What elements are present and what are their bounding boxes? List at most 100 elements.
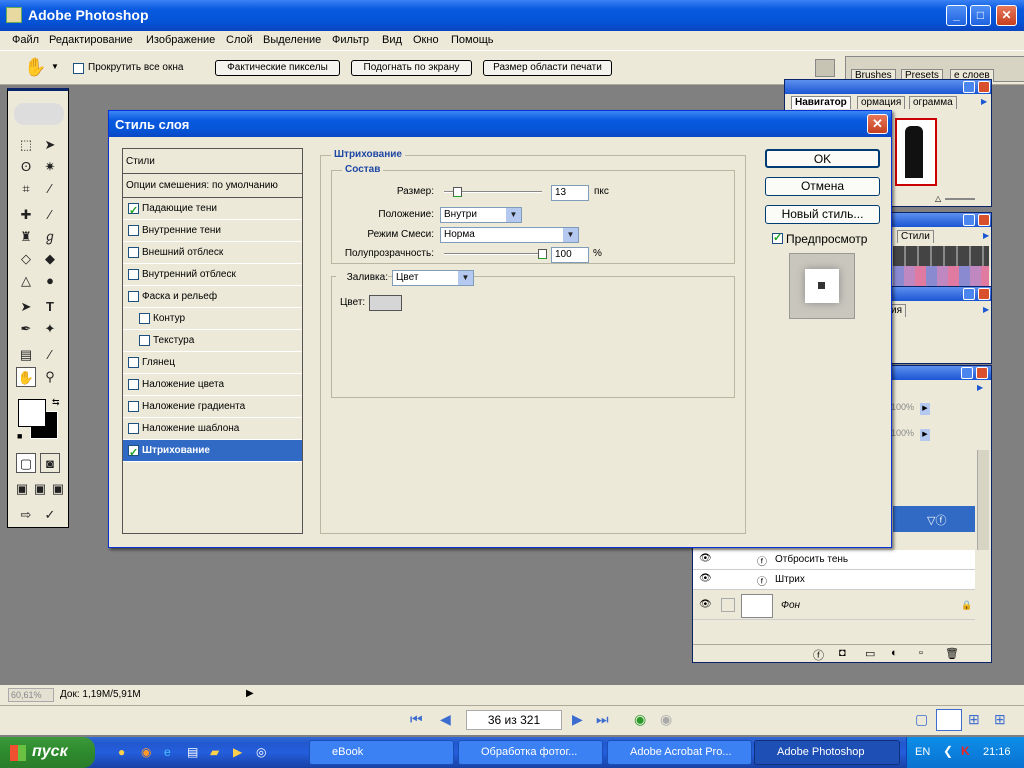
menu-image[interactable]: Изображение [146,34,215,46]
layer-effects-icon[interactable]: ▽ⓕ [927,512,946,528]
quicklaunch-ie-icon[interactable]: e [164,745,171,759]
marquee-tool-icon[interactable]: ⬚ [16,135,36,155]
menu-help[interactable]: Помощь [451,34,494,46]
blending-options-item[interactable]: Опции смешения: по умолчанию [123,174,302,198]
layer-row-stroke[interactable]: 👁 ⓕ Штрих [693,570,975,590]
style-item-checkbox[interactable] [139,313,150,324]
style-item[interactable]: Штрихование [123,440,302,464]
minimize-button[interactable]: _ [946,5,967,26]
paint-bucket-tool-icon[interactable]: ◆ [40,249,60,269]
print-size-button[interactable]: Размер области печати [483,60,612,76]
quicklaunch-media-icon[interactable]: ▶ [233,745,242,759]
cancel-button[interactable]: Отмена [765,177,880,196]
continuous-facing-icon[interactable]: ⊞ [994,711,1006,728]
blend-mode-select[interactable]: Норма ▼ [440,227,579,243]
style-item[interactable]: Фаска и рельеф [123,286,302,308]
opacity-input[interactable]: 100 [551,247,589,263]
standard-mode-icon[interactable]: ▢ [16,453,36,473]
layer-fill-value[interactable]: 100% [891,428,914,438]
history-close-button[interactable] [978,288,990,300]
fit-screen-button[interactable]: Подогнать по экрану [351,60,472,76]
actual-pixels-button[interactable]: Фактические пикселы [215,60,340,76]
tab-styles[interactable]: Стили [897,230,934,243]
imageready-check-icon[interactable]: ✓ [40,505,60,525]
dialog-titlebar[interactable]: Стиль слоя ✕ [109,111,891,137]
last-page-icon[interactable]: ⏭ [596,711,609,728]
clone-stamp-tool-icon[interactable]: ♜ [16,227,36,247]
style-item-checkbox[interactable] [128,357,139,368]
path-select-tool-icon[interactable]: ➤ [16,297,36,317]
layer-row-background[interactable]: 👁 Фон 🔒 [693,592,975,620]
style-item-checkbox[interactable] [128,201,139,222]
history-menu-arrow-icon[interactable]: ▶ [983,305,989,314]
status-menu-arrow-icon[interactable]: ▶ [246,688,254,699]
tab-info[interactable]: ормация [857,96,906,109]
adjustment-layer-icon[interactable]: ◐ [891,647,898,659]
style-item-checkbox[interactable] [128,379,139,390]
tray-arrow-icon[interactable]: ❮ [943,744,953,758]
facing-pages-icon[interactable]: ⊞ [968,711,980,728]
single-page-icon[interactable]: ▢ [915,711,928,728]
swatches-panel-titlebar[interactable] [891,213,991,227]
tab-histogram[interactable]: ограмма [909,96,957,109]
forward-view-icon[interactable]: ◉ [660,711,672,728]
menu-window[interactable]: Окно [413,34,439,46]
swatches-close-button[interactable] [978,214,990,226]
layer-opacity-value[interactable]: 100% [891,402,914,412]
scroll-all-checkbox[interactable] [73,63,84,74]
dialog-close-button[interactable]: ✕ [867,114,888,134]
swatches-minimize-button[interactable] [963,214,975,226]
magic-wand-tool-icon[interactable]: ✷ [40,157,60,177]
layer-link-box[interactable] [721,598,735,612]
healing-brush-tool-icon[interactable]: ✚ [16,205,36,225]
zoom-out-small-icon[interactable]: △ [935,194,941,203]
add-mask-icon[interactable]: ◘ [839,647,846,659]
style-item[interactable]: Наложение градиента [123,396,302,418]
stroke-color-swatch[interactable] [369,295,402,311]
tool-preset-chevron-icon[interactable]: ▼ [51,62,59,71]
style-item[interactable]: Глянец [123,352,302,374]
style-item[interactable]: Контур [123,308,302,330]
app-title-bar[interactable]: Adobe Photoshop _ □ ✕ [0,0,1024,31]
quicklaunch-folder-icon[interactable]: ▰ [210,745,219,759]
foreground-color-swatch[interactable] [18,399,46,427]
style-item[interactable]: Внутренние тени [123,220,302,242]
default-colors-icon[interactable]: ■ [17,431,22,441]
swatch-grid[interactable] [893,246,989,286]
style-item[interactable]: Наложение цвета [123,374,302,396]
hand-tool-icon[interactable]: ✋ [24,57,46,78]
layers-menu-arrow-icon[interactable]: ▶ [977,383,983,392]
pen-tool-icon[interactable]: ✒ [16,319,36,339]
layers-minimize-button[interactable] [961,367,973,379]
feather-logo-icon[interactable] [14,103,64,125]
file-browser-icon-box[interactable] [815,59,835,77]
fill-arrow-icon[interactable]: ▶ [920,429,930,441]
task-acrobat[interactable]: Adobe Acrobat Pro... [607,740,752,765]
screen-mode-standard-icon[interactable]: ▣ [14,479,30,499]
style-item-checkbox[interactable] [128,269,139,280]
size-input[interactable]: 13 [551,185,589,201]
new-set-icon[interactable]: ▭ [865,647,875,660]
shape-tool-icon[interactable]: ✦ [40,319,60,339]
trash-icon[interactable]: 🗑 [945,647,959,660]
screen-mode-full-icon[interactable]: ▣ [50,479,66,499]
opacity-slider[interactable] [444,249,547,259]
new-style-button[interactable]: Новый стиль... [765,205,880,224]
style-item-checkbox[interactable] [139,335,150,346]
style-item-checkbox[interactable] [128,225,139,236]
eyedropper-tool-icon[interactable]: ⁄ [40,345,60,365]
opacity-arrow-icon[interactable]: ▶ [920,403,930,415]
hand-tool-selected-icon[interactable]: ✋ [16,367,36,387]
eye-icon[interactable]: 👁 [699,553,712,564]
blur-tool-icon[interactable]: △ [16,271,36,291]
menu-edit[interactable]: Редактирование [49,34,133,46]
style-item-checkbox[interactable] [128,443,139,464]
close-button[interactable]: ✕ [996,5,1017,26]
style-item-checkbox[interactable] [128,423,139,434]
menu-layer[interactable]: Слой [226,34,253,46]
tray-antivirus-icon[interactable]: K [961,744,970,758]
slice-tool-icon[interactable]: ⁄ [40,179,60,199]
style-item-checkbox[interactable] [128,247,139,258]
opacity-slider-thumb[interactable] [538,249,547,259]
menu-filter[interactable]: Фильтр [332,34,369,46]
